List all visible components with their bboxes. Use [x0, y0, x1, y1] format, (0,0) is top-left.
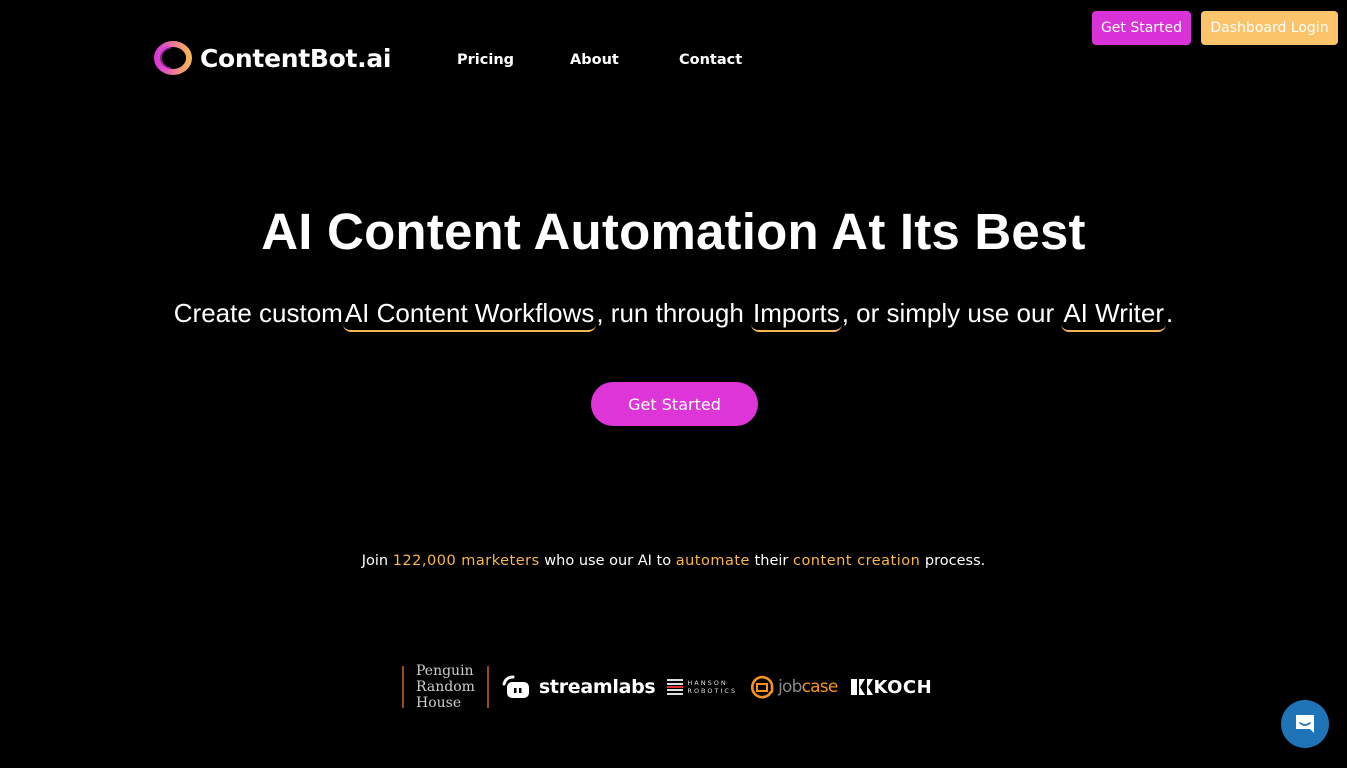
dashboard-login-button[interactable]: Dashboard Login [1201, 11, 1338, 45]
highlight-workflows: AI Content Workflows [342, 299, 597, 332]
logo-text: Random [416, 679, 475, 695]
jobcase-logo: jobcase [749, 674, 839, 700]
brand-logo[interactable]: ContentBot.ai [152, 38, 392, 78]
nav-pricing[interactable]: Pricing [457, 52, 514, 68]
logo-text: KOCH [873, 676, 933, 698]
hero-subtitle: Create customAI Content Workflows, run t… [0, 298, 1347, 332]
jobcase-icon [751, 675, 774, 699]
penguin-random-house-logo: Penguin Random House [402, 663, 489, 711]
social-proof-part: Join [361, 553, 393, 569]
hanson-icon [667, 679, 684, 695]
logo-text: streamlabs [538, 676, 656, 698]
nav-about[interactable]: About [570, 52, 619, 68]
koch-logo: KOCH [851, 677, 932, 698]
nav-contact[interactable]: Contact [679, 52, 742, 68]
subtitle-text: , run through [596, 298, 752, 328]
logo-text: Penguin [416, 663, 474, 679]
marketer-count: 122,000 marketers [392, 553, 540, 569]
header-get-started-button[interactable]: Get Started [1092, 11, 1191, 45]
subtitle-text: Create custom [173, 298, 343, 328]
brand-name: ContentBot.ai [200, 43, 392, 73]
subtitle-text: , or simply use our [841, 298, 1062, 328]
hanson-robotics-logo: HANSON ROBOTICS [667, 678, 737, 696]
social-proof-part: who use our AI to [539, 553, 676, 569]
client-logos: Penguin Random House streamlabs HANSON R… [402, 663, 932, 711]
logo-text: HANSON [687, 679, 728, 687]
subtitle-text: . [1165, 298, 1174, 328]
logo-text: case [801, 677, 839, 697]
highlight-automate: automate [675, 553, 750, 569]
koch-icon [851, 679, 874, 695]
logo-text: job [778, 677, 802, 697]
streamlabs-logo: streamlabs [501, 674, 656, 700]
logo-text: ROBOTICS [687, 687, 738, 695]
divider [402, 666, 404, 708]
social-proof-part: process. [920, 553, 986, 569]
social-proof-text: Join 122,000 marketers who use our AI to… [0, 553, 1347, 569]
hero-get-started-button[interactable]: Get Started [591, 382, 758, 426]
chat-bubble-icon [1296, 715, 1314, 733]
highlight-imports: Imports [751, 299, 842, 332]
hero-title: AI Content Automation At Its Best [261, 203, 1086, 260]
divider [486, 666, 489, 708]
streamlabs-icon [502, 675, 529, 698]
logo-text: House [416, 695, 462, 711]
highlight-content-creation: content creation [792, 553, 921, 569]
chat-widget-button[interactable] [1281, 700, 1329, 748]
logo-ring-icon [154, 41, 192, 75]
social-proof-part: their [749, 553, 793, 569]
highlight-ai-writer: AI Writer [1061, 299, 1166, 332]
